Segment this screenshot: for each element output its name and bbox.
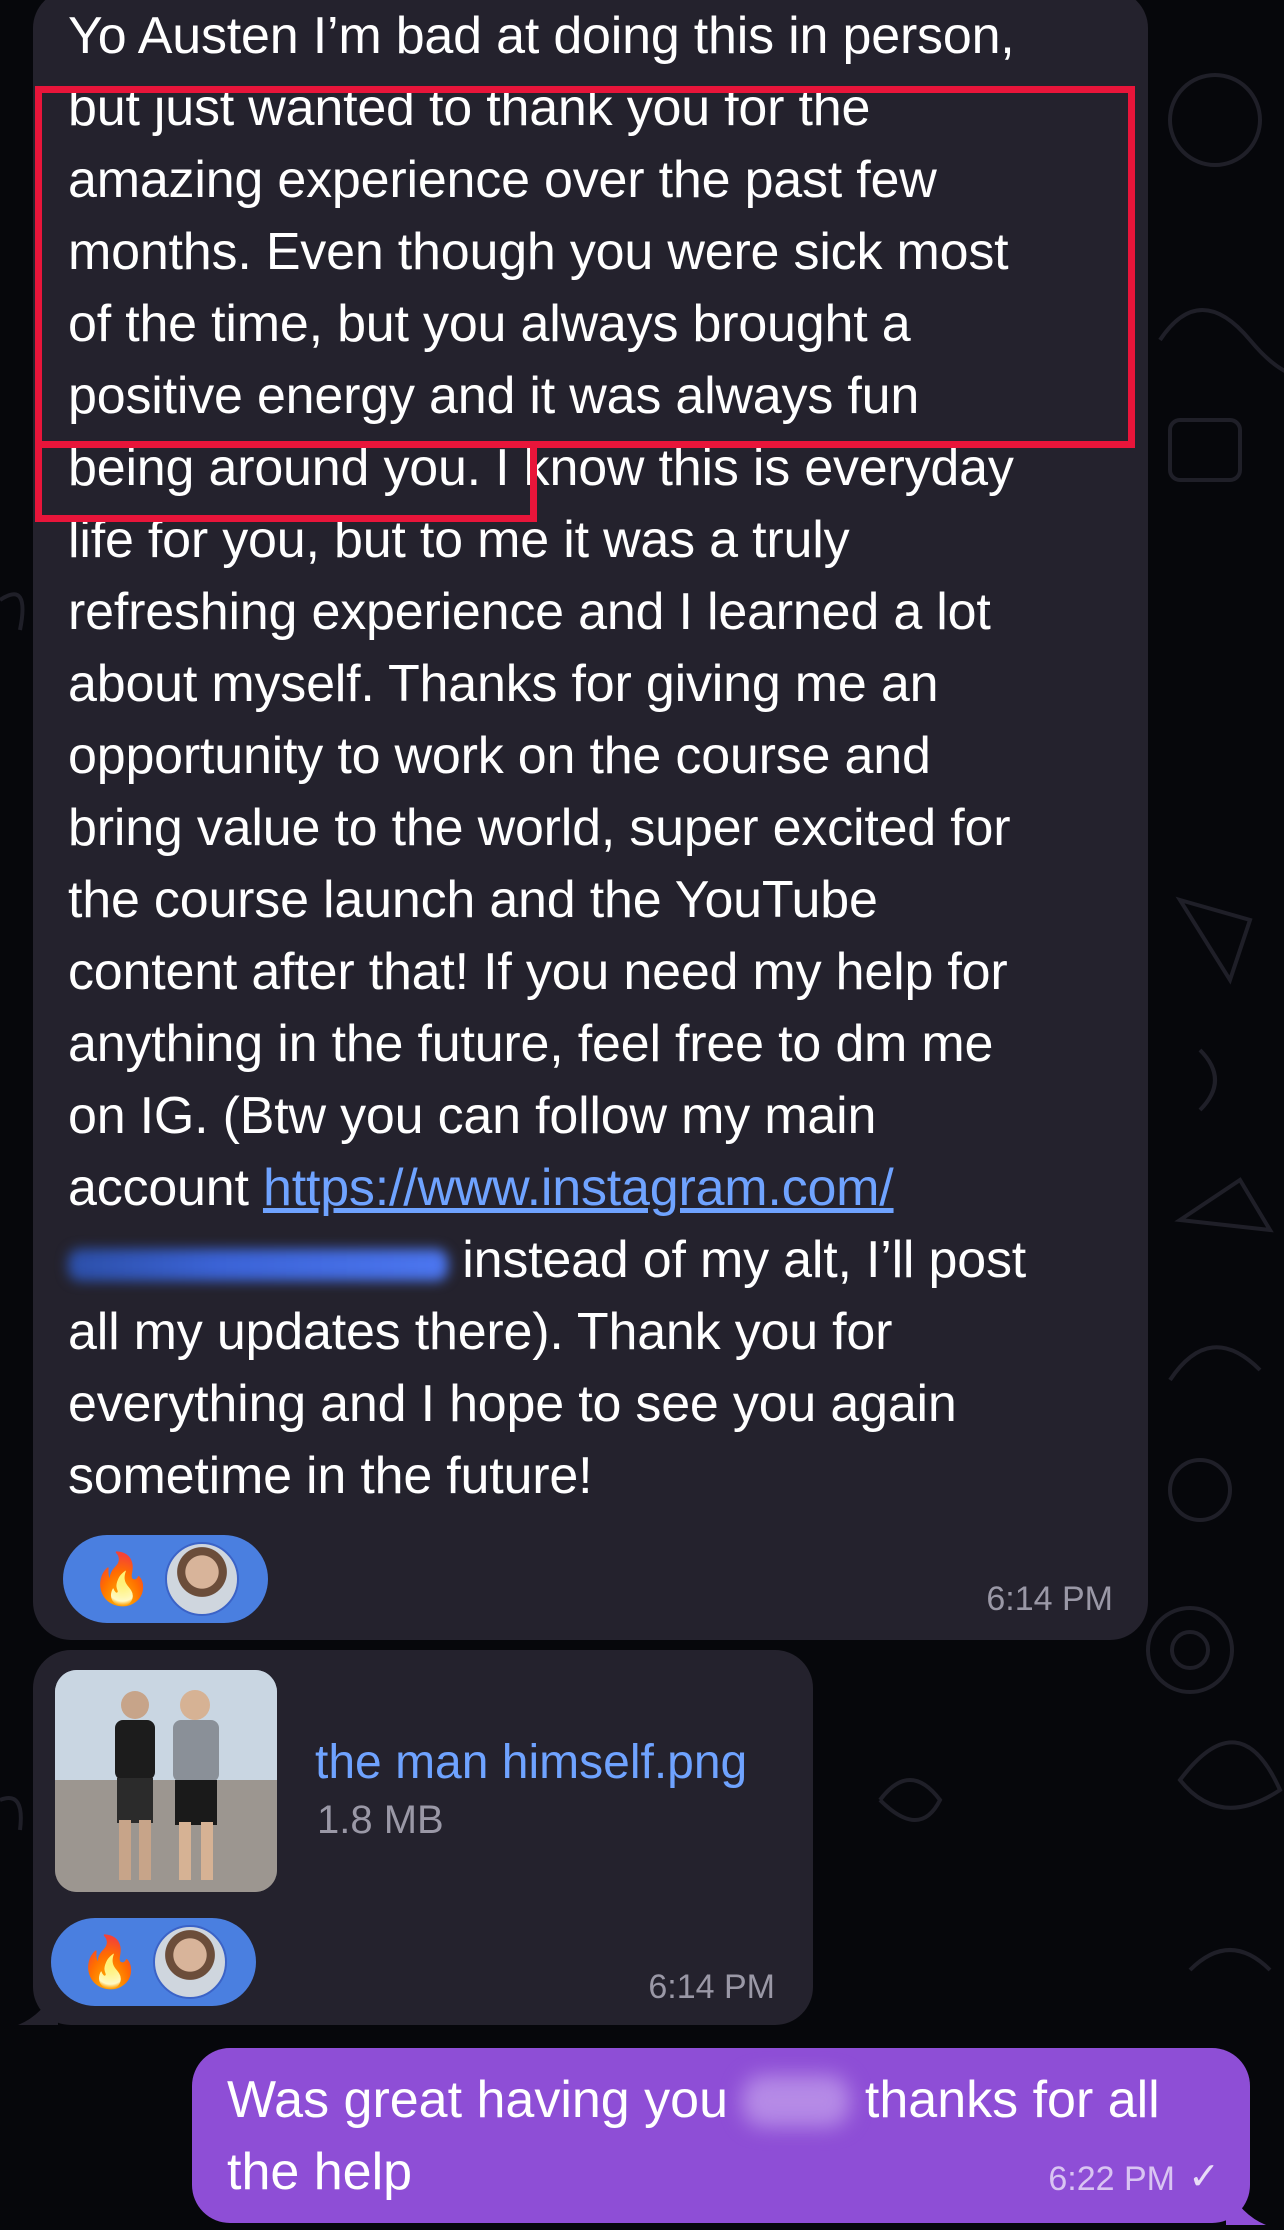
avatar	[165, 1542, 239, 1616]
avatar	[153, 1925, 227, 1999]
file-size: 1.8 MB	[317, 1798, 444, 1842]
fire-icon: 🔥	[90, 1550, 154, 1607]
reaction-pill[interactable]: 🔥	[63, 1535, 268, 1623]
reaction-pill[interactable]: 🔥	[51, 1918, 256, 2006]
instagram-link[interactable]: https://www.instagram.com/	[263, 1159, 894, 1217]
file-name[interactable]: the man himself.png	[315, 1735, 747, 1790]
message-time: 6:22 PM	[1048, 2160, 1175, 2198]
redacted-name	[742, 2075, 851, 2127]
redacted-link-part	[68, 1249, 448, 1281]
message-time: 6:14 PM	[648, 1968, 775, 2006]
bubble-tail	[18, 1985, 58, 2025]
fire-icon: 🔥	[78, 1933, 142, 1990]
highlight-box-continuation	[35, 446, 537, 522]
image-thumbnail[interactable]	[55, 1670, 277, 1892]
incoming-file-bubble[interactable]: the man himself.png 1.8 MB 🔥 6:14 PM	[33, 1650, 813, 2025]
bubble-tail-outgoing	[1226, 2185, 1266, 2225]
outgoing-message-bubble[interactable]: Was great having you thanks for all the …	[192, 2048, 1250, 2223]
read-check-icon: ✓	[1188, 2156, 1220, 2198]
message-time: 6:14 PM	[986, 1580, 1113, 1618]
message-text-part1: Was great having you	[227, 2071, 743, 2129]
highlight-box-main	[35, 86, 1135, 448]
